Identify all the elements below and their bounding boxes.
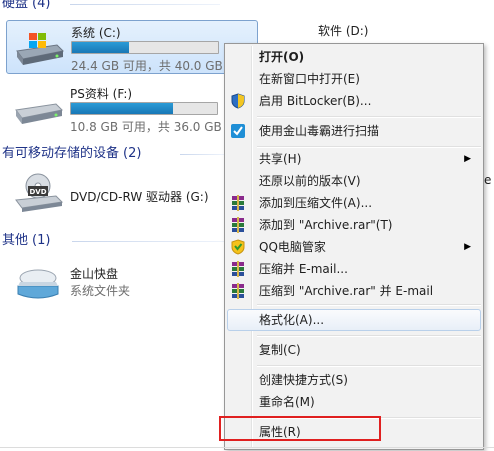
menu-item-add-archive-rar[interactable]: 添加到 "Archive.rar"(T) [227,214,481,236]
menu-separator [257,365,481,367]
antivirus-icon [231,124,245,138]
hard-drive-icon [15,103,64,124]
winrar-icon [232,261,244,277]
menu-item-label: 重命名(M) [259,395,315,409]
context-menu: 打开(O) 在新窗口中打开(E) 启用 BitLocker(B)... 使用金山… [224,43,484,450]
folder-type: 系统文件夹 [70,284,131,298]
menu-item-label: 共享(H) [259,152,302,166]
submenu-arrow-icon: ▶ [464,154,471,164]
group-count: (2) [123,146,142,161]
menu-separator [257,116,481,118]
winrar-icon [232,217,244,233]
menu-item-label: 压缩到 "Archive.rar" 并 E-mail [259,284,434,298]
group-header-hdd[interactable]: 硬盘 (4) [0,0,50,14]
menu-item-create-shortcut[interactable]: 创建快捷方式(S) [227,369,481,391]
menu-item-label: 复制(C) [259,343,301,357]
highlight-annotation [219,416,381,441]
drive-free-space: 24.4 GB 可用，共 40.0 GB [71,59,223,73]
group-header-removable[interactable]: 有可移动存储的设备 (2) [0,144,141,164]
drive-usage-fill [72,42,129,53]
menu-item-label: QQ电脑管家 [259,240,326,254]
drive-name: PS资料 (F:) [70,87,133,101]
winrar-icon [232,195,244,211]
drive-usage-bar [70,102,218,115]
drive-free-space: 10.8 GB 可用，共 36.0 GB [70,120,222,134]
drive-usage-bar [71,41,219,54]
menu-item-label: 创建快捷方式(S) [259,373,348,387]
group-label: 其他 [2,233,29,248]
menu-item-qq-manager[interactable]: QQ电脑管家 ▶ [227,236,481,258]
folder-kuaipan[interactable]: 金山快盘 系统文件夹 [6,262,221,314]
menu-item-restore[interactable]: 还原以前的版本(V) [227,170,481,192]
group-divider [180,154,224,155]
menu-item-compress-email[interactable]: 压缩并 E-mail... [227,258,481,280]
menu-item-label: 启用 BitLocker(B)... [259,94,372,108]
menu-item-label: 添加到 "Archive.rar"(T) [259,218,393,232]
menu-item-open[interactable]: 打开(O) [227,46,481,68]
partial-text: e [484,173,492,187]
drive-name: 系统 (C:) [71,26,121,40]
menu-item-open-new-window[interactable]: 在新窗口中打开(E) [227,68,481,90]
submenu-arrow-icon: ▶ [464,242,471,252]
group-count: (4) [32,0,51,11]
group-divider [70,4,220,5]
winrar-icon [232,283,244,299]
drive-name: DVD/CD-RW 驱动器 (G:) [70,190,209,204]
menu-item-bitlocker[interactable]: 启用 BitLocker(B)... [227,90,481,112]
menu-item-label: 还原以前的版本(V) [259,174,361,188]
dvd-drive-icon: DVD [15,173,64,212]
menu-item-label: 使用金山毒霸进行扫描 [259,124,380,138]
drive-usage-fill [71,103,174,114]
menu-item-compress-rar-email[interactable]: 压缩到 "Archive.rar" 并 E-mail [227,280,481,302]
menu-item-label: 压缩并 E-mail... [259,262,348,276]
menu-item-label: 在新窗口中打开(E) [259,72,360,86]
drive-d-name[interactable]: 软件 (D:) [318,22,368,39]
menu-item-copy[interactable]: 复制(C) [227,339,481,361]
menu-item-share[interactable]: 共享(H) ▶ [227,148,481,170]
qq-manager-shield-icon [231,239,245,255]
drive-f[interactable]: PS资料 (F:) 10.8 GB 可用，共 36.0 GB [6,82,256,134]
group-divider [72,241,224,242]
group-header-other[interactable]: 其他 (1) [0,231,50,251]
shield-icon [231,93,245,109]
window-bottom-border [0,447,494,448]
menu-separator [257,304,481,306]
group-label: 有可移动存储的设备 [2,146,120,161]
menu-item-label: 打开(O) [259,50,305,64]
menu-item-format[interactable]: 格式化(A)... [227,309,481,331]
menu-item-add-archive[interactable]: 添加到压缩文件(A)... [227,192,481,214]
menu-item-rename[interactable]: 重命名(M) [227,391,481,413]
windows-drive-icon [16,33,65,65]
cloud-drive-icon [17,269,59,299]
menu-item-label: 格式化(A)... [259,313,325,327]
group-count: (1) [32,233,51,248]
drive-c[interactable]: 系统 (C:) 24.4 GB 可用，共 40.0 GB [6,20,258,74]
svg-text:DVD: DVD [29,188,46,196]
menu-item-scan[interactable]: 使用金山毒霸进行扫描 [227,120,481,142]
menu-item-label: 添加到压缩文件(A)... [259,196,373,210]
group-label: 硬盘 [2,0,29,11]
menu-separator [257,335,481,337]
drive-name: 金山快盘 [70,267,119,281]
drive-dvd[interactable]: DVD DVD/CD-RW 驱动器 (G:) [6,170,221,222]
